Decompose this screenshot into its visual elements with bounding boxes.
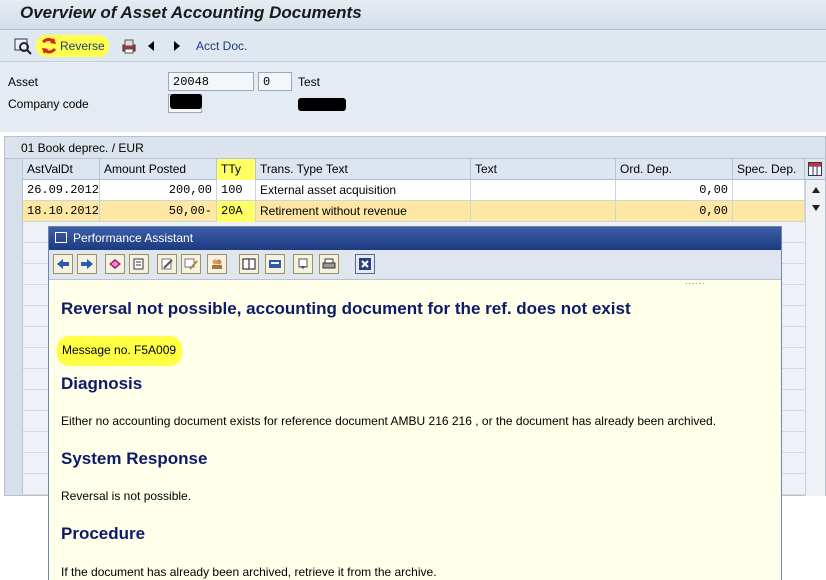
row-selector[interactable]: [5, 390, 23, 411]
row-selector[interactable]: [5, 327, 23, 348]
print-icon[interactable]: [319, 254, 339, 274]
company-code-label: Company code: [8, 97, 89, 111]
asset-number-field[interactable]: 20048: [168, 72, 254, 91]
column-text[interactable]: Text: [471, 159, 616, 180]
row-selector[interactable]: [5, 306, 23, 327]
print-icon[interactable]: [120, 35, 138, 57]
reverse-button[interactable]: Reverse: [36, 35, 109, 57]
message-title: Reversal not possible, accounting docume…: [61, 299, 631, 318]
column-astvaldt[interactable]: AstValDt: [23, 159, 100, 180]
document-icon[interactable]: [239, 254, 259, 274]
cell-tty: 20A: [217, 201, 256, 222]
edit-icon[interactable]: [157, 254, 177, 274]
reverse-label: Reverse: [60, 39, 105, 53]
column-ord-dep[interactable]: Ord. Dep.: [616, 159, 733, 180]
column-trans-type-text[interactable]: Trans. Type Text: [256, 159, 471, 180]
cell-astvaldt: 26.09.2012: [23, 180, 100, 201]
system-response-heading: System Response: [61, 449, 208, 468]
vertical-scrollbar[interactable]: [805, 180, 825, 496]
copy-icon[interactable]: [293, 254, 313, 274]
column-settings-icon[interactable]: [805, 159, 825, 180]
system-response-text: Reversal is not possible.: [61, 489, 192, 503]
window-icon: [55, 232, 67, 243]
asset-label: Asset: [8, 75, 39, 89]
application-toolbar: Reverse Acct Doc.: [0, 30, 826, 62]
cell-amount: 200,00: [100, 180, 217, 201]
page-title: Overview of Asset Accounting Documents: [20, 3, 362, 22]
header-area: Asset 20048 0 Test Company code: [0, 62, 826, 132]
cell-trans-type-text: Retirement without revenue: [256, 201, 471, 222]
redaction-mark: [170, 94, 202, 109]
diagnosis-heading: Diagnosis: [61, 374, 143, 393]
cell-amount: 50,00-: [100, 201, 217, 222]
row-selector[interactable]: [5, 453, 23, 474]
row-selector[interactable]: [5, 411, 23, 432]
table-row[interactable]: 26.09.2012 200,00 100 External asset acq…: [5, 180, 805, 201]
row-selector[interactable]: [5, 369, 23, 390]
diagnosis-text: Either no accounting document exists for…: [61, 414, 717, 428]
table-title: 01 Book deprec. / EUR: [5, 137, 825, 159]
row-selector[interactable]: [5, 201, 23, 222]
cell-astvaldt: 18.10.2012: [23, 201, 100, 222]
cell-ord-dep: 0,00: [616, 180, 733, 201]
annotate-icon[interactable]: [181, 254, 201, 274]
cell-spec-dep: [733, 180, 805, 201]
forward-icon[interactable]: [77, 254, 97, 274]
cell-ord-dep: 0,00: [616, 201, 733, 222]
message-number: Message no. F5A009: [57, 336, 183, 366]
cell-text: [471, 201, 616, 222]
title-bar: Overview of Asset Accounting Documents: [0, 0, 826, 30]
row-selector[interactable]: [5, 432, 23, 453]
assistant-title: Performance Assistant: [73, 231, 194, 245]
close-icon[interactable]: [355, 254, 375, 274]
layout-icon[interactable]: [265, 254, 285, 274]
technical-info-icon[interactable]: [129, 254, 149, 274]
book-icon[interactable]: [105, 254, 125, 274]
performance-assistant-window: Performance Assistant Reversal not possi…: [48, 226, 782, 580]
cell-trans-type-text: External asset acquisition: [256, 180, 471, 201]
previous-icon[interactable]: [146, 35, 156, 57]
reverse-icon: [42, 38, 57, 54]
next-icon[interactable]: [172, 35, 182, 57]
row-selector[interactable]: [5, 285, 23, 306]
select-all-cell[interactable]: [5, 159, 23, 180]
scroll-up-icon[interactable]: [811, 186, 821, 194]
assistant-title-bar: Performance Assistant: [49, 227, 781, 250]
resize-grip[interactable]: ......: [685, 276, 706, 286]
back-icon[interactable]: [53, 254, 73, 274]
assistant-toolbar: [49, 250, 781, 280]
column-header-row: AstValDt Amount Posted TTy Trans. Type T…: [5, 159, 825, 180]
redaction-mark: [298, 98, 346, 111]
cell-spec-dep: [733, 201, 805, 222]
scroll-down-icon[interactable]: [811, 204, 821, 212]
column-spec-dep[interactable]: Spec. Dep.: [733, 159, 805, 180]
column-amount-posted[interactable]: Amount Posted: [100, 159, 217, 180]
row-selector[interactable]: [5, 222, 23, 243]
users-icon[interactable]: [207, 254, 227, 274]
row-selector[interactable]: [5, 264, 23, 285]
display-icon[interactable]: [14, 35, 32, 57]
row-selector[interactable]: [5, 243, 23, 264]
asset-subnumber-field[interactable]: 0: [258, 72, 292, 91]
column-tty[interactable]: TTy: [217, 159, 256, 180]
table-row-selected[interactable]: 18.10.2012 50,00- 20A Retirement without…: [5, 201, 805, 222]
procedure-heading: Procedure: [61, 524, 146, 543]
row-selector[interactable]: [5, 180, 23, 201]
cell-text: [471, 180, 616, 201]
cell-tty: 100: [217, 180, 256, 201]
row-selector[interactable]: [5, 348, 23, 369]
procedure-text: If the document has already been archive…: [61, 565, 437, 579]
assistant-content: Reversal not possible, accounting docume…: [49, 281, 781, 580]
row-selector[interactable]: [5, 474, 23, 495]
asset-description: Test: [298, 75, 321, 89]
acct-doc-button[interactable]: Acct Doc.: [196, 35, 247, 57]
